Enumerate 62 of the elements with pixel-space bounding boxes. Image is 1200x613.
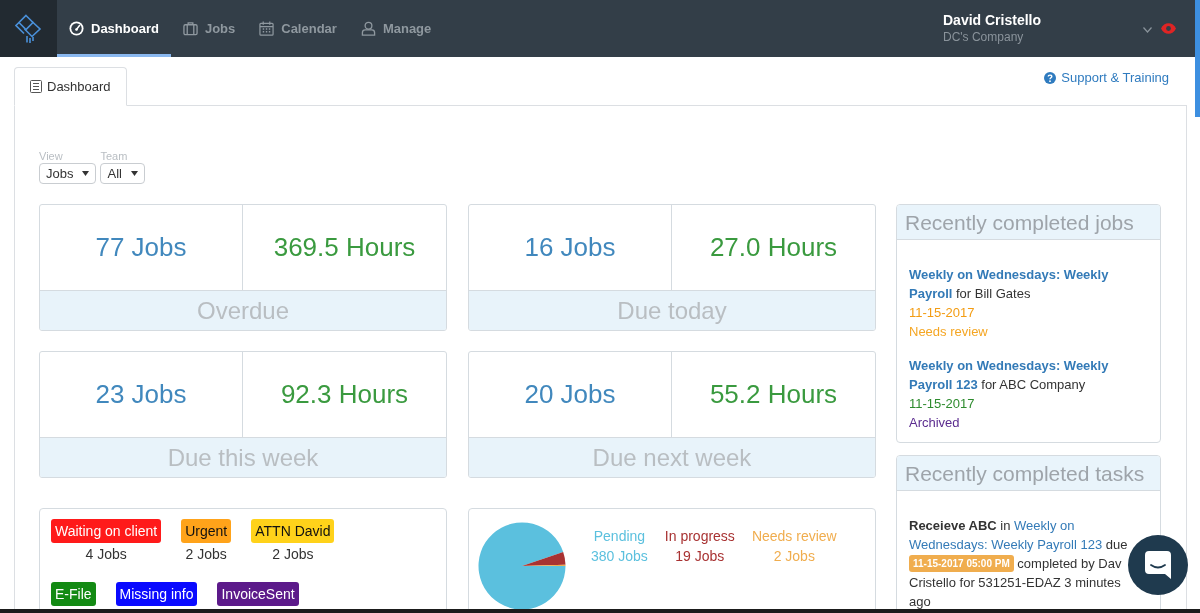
nav-tab[interactable]: Calendar (247, 0, 349, 57)
hours-total: 55.2 Hours (709, 378, 838, 411)
legend-label: In progress (664, 527, 735, 546)
dropdown[interactable]: All (100, 163, 145, 184)
job-count: 20 Jobs (524, 378, 616, 411)
dropdown-label: View (39, 150, 63, 163)
stat-label: Due next week (469, 437, 875, 477)
nav-tab[interactable]: Jobs (170, 0, 248, 57)
caret-icon (82, 171, 90, 176)
legend-count: 2 Jobs (773, 547, 815, 566)
nav-tab[interactable]: Dashboard (57, 0, 171, 57)
gauge-icon (69, 21, 84, 36)
job-status: Needs review (909, 323, 988, 341)
job-date: 11-15-2017 (909, 395, 975, 413)
tag-label[interactable]: InvoiceSent (217, 582, 299, 606)
scrollbar-thumb[interactable] (1195, 0, 1200, 117)
hours-total: 27.0 Hours (709, 231, 838, 264)
due-date-badge: 11-15-2017 05:00 PM (909, 555, 1014, 572)
chevron-down-icon[interactable] (1143, 26, 1152, 33)
dropdown[interactable]: Jobs (39, 163, 97, 184)
help-icon (1044, 71, 1057, 84)
job-title[interactable]: Weekly on Wednesdays: Weekly Payroll 123 for ABC Company (909, 356, 1144, 394)
caret-icon (130, 171, 138, 176)
job-count: 77 Jobs (95, 231, 187, 264)
job-count: 16 Jobs (524, 231, 616, 264)
legend-count: 19 Jobs (675, 547, 725, 566)
job-date: 11-15-2017 (909, 304, 975, 322)
job-count: 2 Jobs (185, 545, 227, 563)
logo-icon[interactable] (14, 13, 43, 44)
chat-button[interactable] (1128, 535, 1188, 595)
job-count: 23 Jobs (95, 378, 187, 411)
job-count: 2 Jobs (272, 545, 314, 563)
support-link[interactable]: Support & Training (1044, 68, 1169, 88)
user-icon (360, 21, 376, 36)
chat-icon (1145, 551, 1171, 579)
tag-label[interactable]: Waiting on client (51, 519, 162, 543)
legend-count: 380 Jobs (591, 547, 648, 566)
job-count: 4 Jobs (85, 545, 127, 563)
eye-icon[interactable] (1161, 23, 1176, 34)
tag-label[interactable]: Missing info (115, 582, 198, 606)
tag-label[interactable]: ATTN David (251, 519, 335, 543)
legend-label: Pending (593, 527, 646, 546)
hours-total: 369.5 Hours (273, 231, 416, 264)
tag-label[interactable]: Urgent (181, 519, 232, 543)
legend-label: Needs review (751, 527, 837, 546)
dropdown-label: Team (100, 150, 128, 163)
page-tab[interactable]: Dashboard (14, 67, 127, 106)
calendar-icon (259, 21, 275, 36)
stat-label: Due this week (40, 437, 446, 477)
hours-total: 92.3 Hours (280, 378, 409, 411)
job-title[interactable]: Weekly on Wednesdays: Weekly Payroll for Bill Gates (909, 265, 1144, 303)
panel-title: Recently completed tasks (897, 456, 1160, 491)
user-name: David Cristello (943, 11, 1042, 29)
stat-label: Overdue (40, 290, 446, 330)
job-status: Archived (909, 414, 960, 432)
company-name: DC's Company (943, 28, 1024, 46)
panel-title: Recently completed jobs (897, 205, 1160, 240)
stat-label: Due today (469, 290, 875, 330)
list-icon (30, 80, 42, 93)
nav-tab[interactable]: Manage (348, 0, 444, 57)
briefcase-icon (182, 21, 198, 36)
tag-label[interactable]: E-File (51, 582, 96, 606)
